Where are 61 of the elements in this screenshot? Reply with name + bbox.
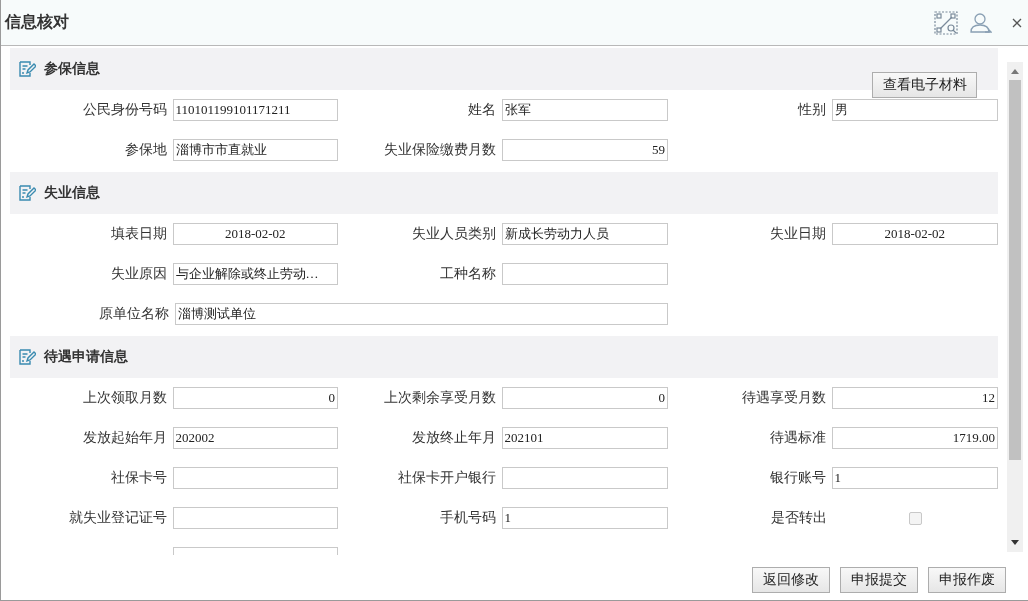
text-field[interactable] [501,467,668,489]
field-label: 上次剩余享受月数 [382,389,497,407]
text-field[interactable]: 202101 [501,427,668,449]
field-label: 社保卡开户银行 [396,469,497,487]
field-label: 失业保险缴费月数 [382,141,497,159]
text-field[interactable]: 0 [501,387,668,409]
edit-form-icon [18,348,36,366]
field-label: 发放起始年月 [81,429,168,447]
footer-button[interactable]: 申报作废 [928,566,1006,593]
field-label: 待遇标准 [768,429,827,447]
field-label: 公民身份号码 [81,101,168,119]
text-field[interactable]: 张军 [501,99,668,121]
section-title: 失业信息 [44,184,100,202]
text-field[interactable] [501,263,668,285]
field-label: 参保地 [123,141,168,159]
checkbox[interactable] [908,511,922,525]
footer-button[interactable]: 返回修改 [752,566,830,593]
scrollbar[interactable] [1007,62,1023,552]
field-label: 姓名 [466,101,497,119]
text-field[interactable]: 59 [501,139,668,161]
field-label: 性别 [796,101,827,119]
text-field[interactable]: 2018-02-02 [172,223,338,245]
field-label: 失业日期 [768,225,827,243]
text-field[interactable]: 202002 [172,427,338,449]
field-label: 银行账号 [768,469,827,487]
field-label: 社保卡号 [109,469,168,487]
text-field[interactable]: 新成长劳动力人员 [501,223,668,245]
text-field[interactable]: 0 [172,387,338,409]
field-label: 手机号码 [438,509,497,527]
close-icon[interactable] [1012,17,1022,28]
field-label: 是否转出 [770,509,828,527]
text-field[interactable]: 1719.00 [831,427,998,449]
text-field[interactable]: 淄博市市直就业 [172,139,338,161]
field-label: 工种名称 [438,265,497,283]
edit-form-icon [18,60,36,78]
user-icon[interactable] [970,11,992,34]
field-label: 上次领取月数 [81,389,168,407]
field-label: 就失业登记证号 [67,509,168,527]
text-field[interactable]: 2018-02-02 [831,223,998,245]
field-label: 填表日期 [109,225,168,243]
field-label: 发放终止年月 [410,429,497,447]
section-title: 待遇申请信息 [44,348,128,366]
text-field[interactable]: 与企业解除或终止劳动… [172,263,338,285]
field-label: 失业原因 [109,265,168,283]
field-label: 失业人员类别 [410,225,497,243]
text-field[interactable]: 1 [501,507,668,529]
text-field[interactable]: 1 [831,467,998,489]
text-field[interactable]: 110101199101171211 [172,99,338,121]
section-title: 参保信息 [44,60,100,78]
text-field[interactable] [172,507,338,529]
text-field[interactable]: 淄博测试单位 [174,303,668,325]
text-field[interactable]: 男 [831,99,998,121]
field-label: 原单位名称 [97,305,170,323]
field-label: 待遇享受月数 [740,389,827,407]
text-field[interactable] [172,467,338,489]
footer-button[interactable]: 申报提交 [840,566,918,593]
view-materials-button[interactable]: 查看电子材料 [872,72,977,98]
text-field[interactable]: 12 [831,387,998,409]
window-title: 信息核对 [5,12,70,33]
image-zoom-icon[interactable] [934,10,958,35]
edit-form-icon [18,184,36,202]
